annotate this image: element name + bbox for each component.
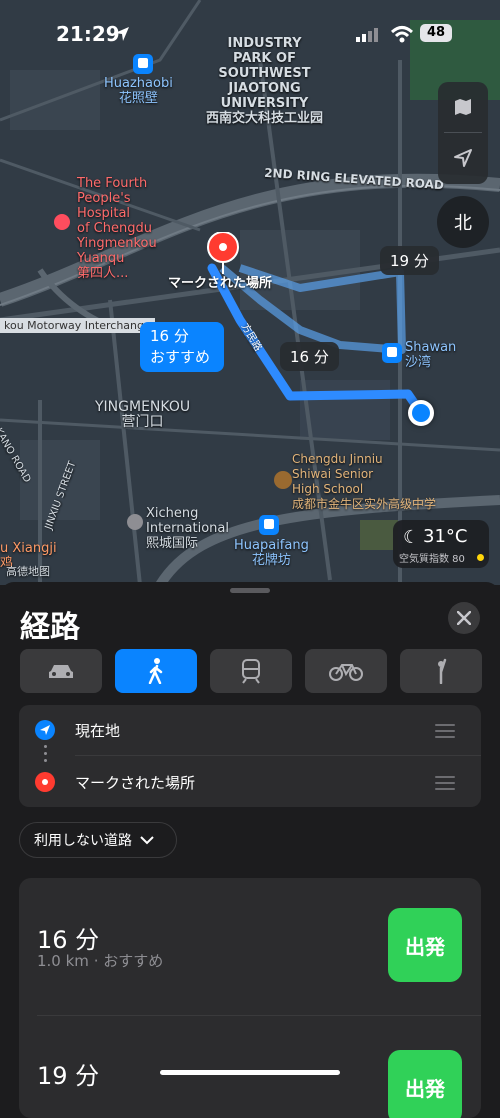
close-icon [457,611,471,625]
alt-route-tag[interactable]: 19 分 [380,246,439,275]
sheet-grabber[interactable] [230,588,270,593]
map-view[interactable]: 21:29 48 INDUSTRY PARK OF SOUTHWEST JIAO… [0,0,500,585]
destination-row[interactable]: マークされた場所 [19,757,481,807]
mode-drive-button[interactable] [20,649,102,693]
map-label-hospital: The Fourth People's Hospital of Chengdu … [77,176,157,281]
walking-person-icon [148,658,163,684]
route-duration: 19 分 [37,1062,100,1090]
location-arrow-icon [115,27,129,41]
car-icon [49,665,73,678]
map-label-huapaifang: Huapaifang 花牌坊 [234,538,309,568]
recommended-route-label: おすすめ [150,348,211,366]
map-icon [455,99,471,115]
sheet-title: 経路 [20,610,80,645]
map-label-xicheng: Xicheng International 熙城国际 [146,506,229,551]
close-button[interactable] [448,602,480,634]
mode-walk-button[interactable] [115,649,197,693]
current-location-icon [35,720,55,740]
route-option[interactable]: 16 分 1.0 km · おすすめ 出発 [19,878,481,1016]
moon-icon: ☾ [403,527,420,548]
map-label-yingmenkou: YINGMENKOU 营门口 [95,399,191,430]
recommended-route-tag[interactable]: 16 分 おすすめ [140,322,224,372]
home-indicator[interactable] [160,1070,340,1075]
compass-button[interactable]: 北 [437,196,489,248]
origin-row[interactable]: 現在地 [19,705,481,755]
alt-route-tag[interactable]: 16 分 [280,342,339,371]
map-label-tech-park: INDUSTRY PARK OF SOUTHWEST JIAOTONG UNIV… [206,36,324,126]
pin-icon [35,772,55,792]
current-location-dot [408,400,434,426]
mode-transit-button[interactable] [210,649,292,693]
location-arrow-icon [454,149,472,167]
map-label-huazhaobi: Huazhaobi 花照壁 [104,76,173,106]
marked-location-label: マークされた場所 [168,276,273,291]
train-icon [242,659,260,684]
clock: 21:29 [56,22,120,46]
marked-location-pin-icon[interactable] [206,232,240,274]
route-stops: 現在地 マークされた場所 [19,705,481,807]
metro-station-icon[interactable] [382,343,402,363]
metro-station-icon[interactable] [259,515,279,535]
go-button[interactable]: 出発 [388,908,462,982]
go-button[interactable]: 出発 [388,1050,462,1118]
recommended-route-time: 16 分 [150,327,189,345]
route-option[interactable]: 19 分 出発 [19,1016,481,1118]
cellular-signal-icon [356,28,378,42]
reorder-handle-icon[interactable] [435,776,455,794]
hailing-person-icon [438,658,447,684]
wifi-icon [390,26,414,43]
chevron-down-icon [140,836,154,845]
route-list: 16 分 1.0 km · おすすめ 出発 19 分 出発 [19,878,481,1118]
map-attribution: 高德地图 [6,565,50,578]
weather-widget[interactable]: ☾ 31°C 空気質指数 80 [393,520,489,568]
mode-rideshare-button[interactable] [400,649,482,693]
locate-me-button[interactable] [438,133,488,183]
route-details: 1.0 km · おすすめ [37,952,164,970]
temperature: 31°C [423,526,468,547]
battery-indicator: 48 [420,24,452,42]
stop-divider [75,755,481,756]
avoid-roads-label: 利用しない道路 [34,833,132,849]
aqi-status-dot [477,554,484,561]
transport-mode-selector [20,649,482,693]
mode-cycle-button[interactable] [305,649,387,693]
air-quality-index: 空気質指数 80 [399,554,465,565]
avoid-roads-button[interactable]: 利用しない道路 [19,822,177,858]
map-mode-button[interactable] [438,82,488,132]
origin-label: 現在地 [75,722,121,740]
map-label-jinniu-school: Chengdu Jinniu Shiwai Senior High School… [292,452,437,511]
reorder-handle-icon[interactable] [435,724,455,742]
map-label-motorway: kou Motorway Interchange [0,318,155,333]
map-controls [438,82,488,184]
directions-sheet: 経路 現在地 マークされた場所 利用しない道路 16 分 1.0 km · おす… [0,582,500,1118]
bicycle-icon [329,664,363,681]
destination-label: マークされた場所 [75,774,196,792]
metro-station-icon[interactable] [133,54,153,74]
map-label-shawan: Shawan 沙湾 [405,340,457,370]
